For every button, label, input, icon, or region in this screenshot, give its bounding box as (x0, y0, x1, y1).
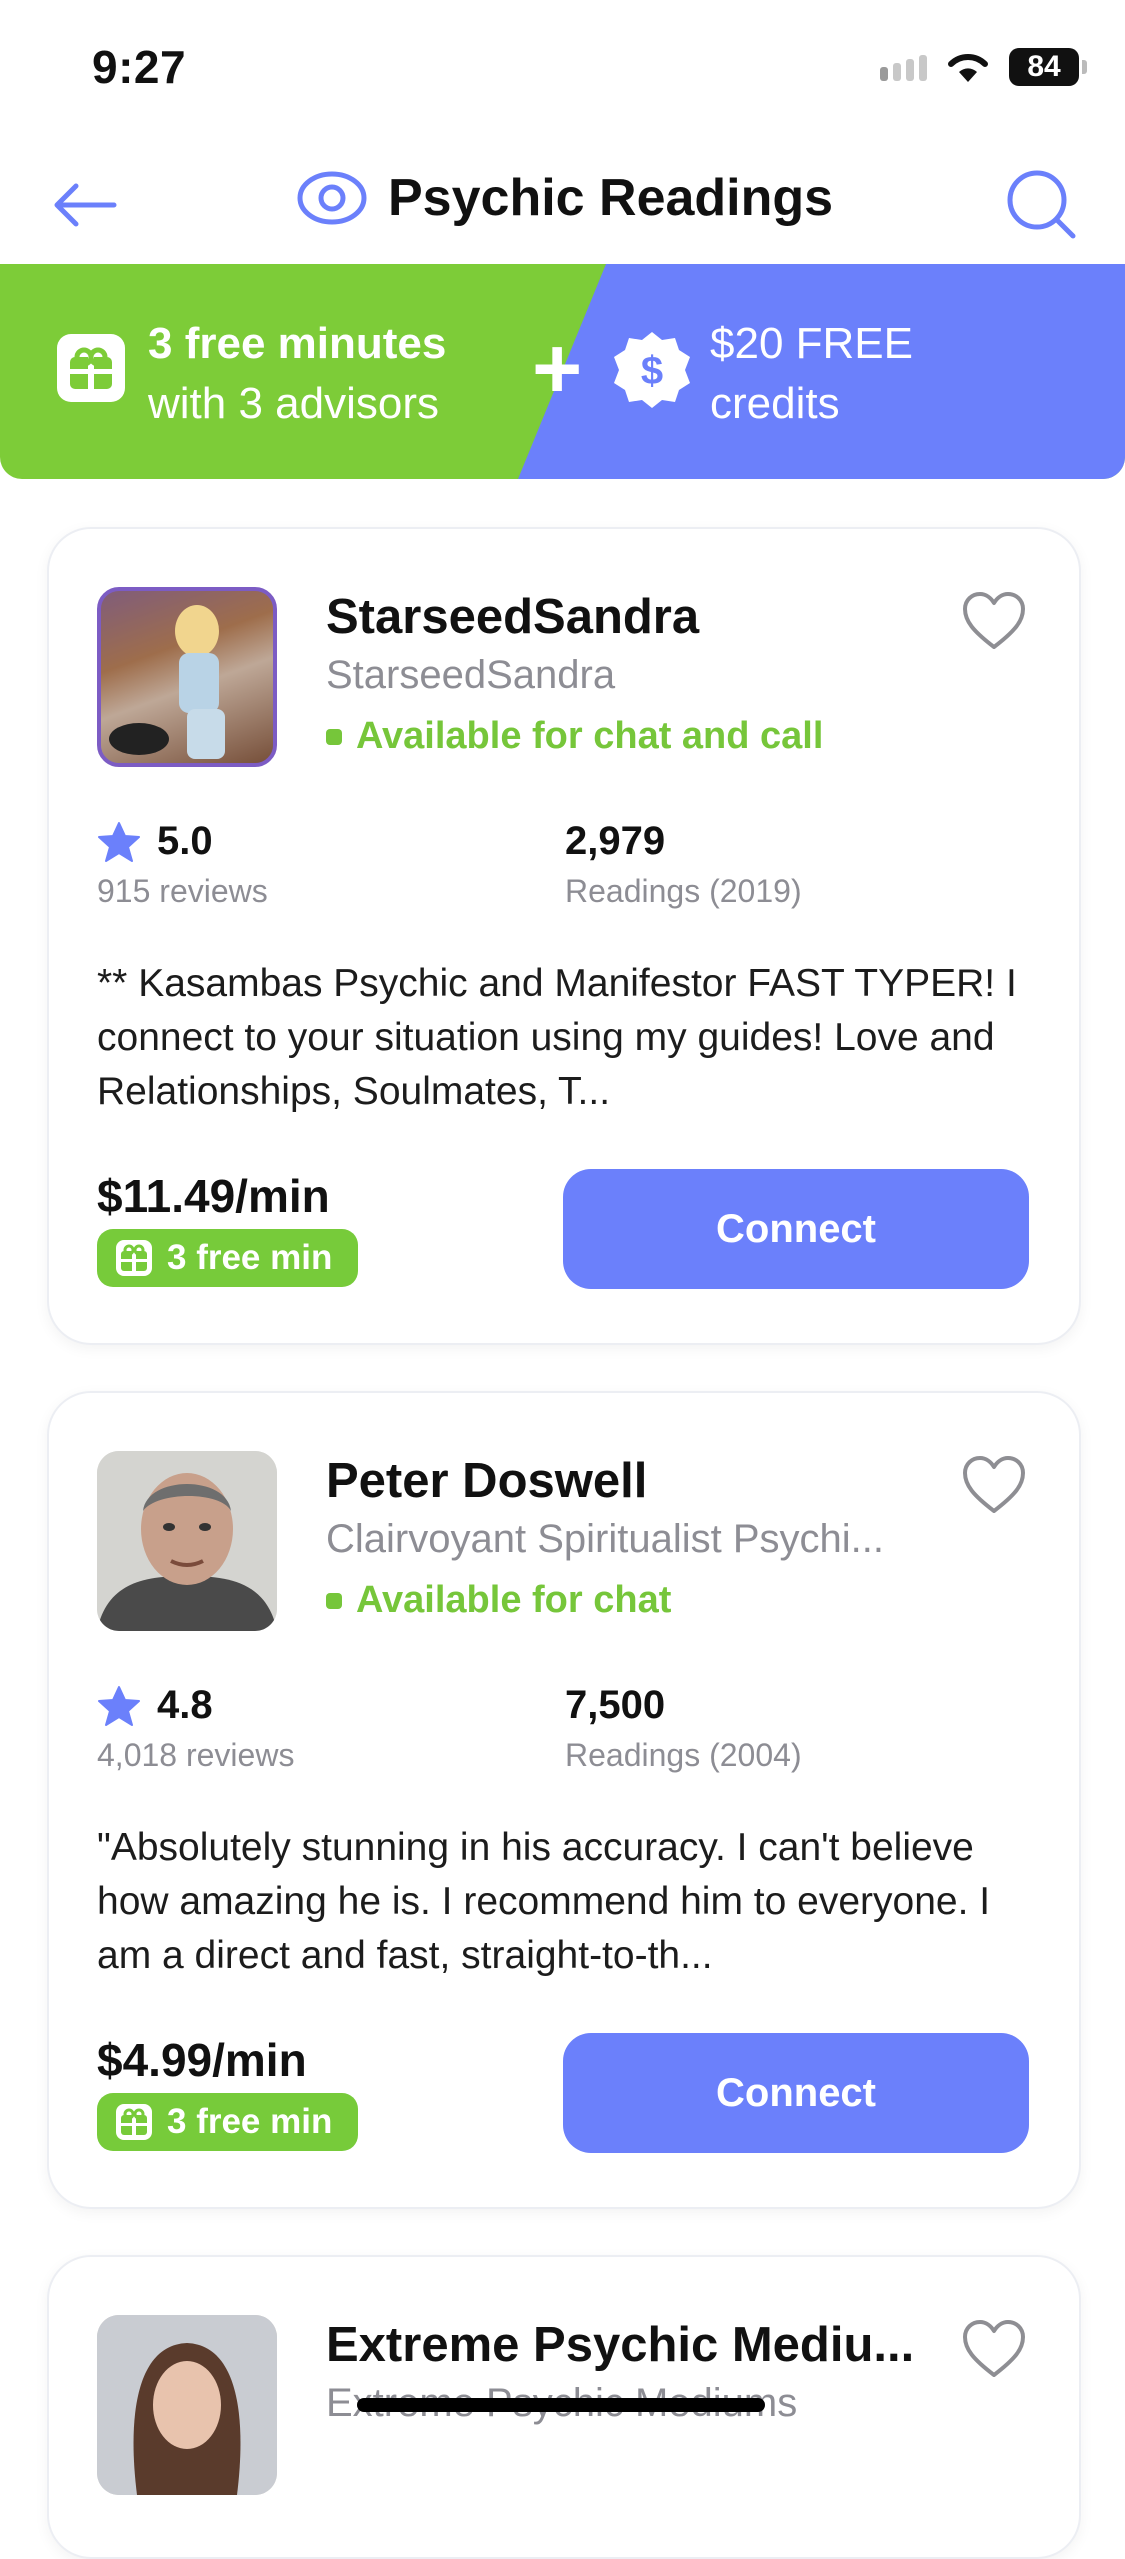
availability-dot (326, 728, 342, 745)
availability-text: Available for chat (356, 1579, 672, 1621)
page-title: Psychic Readings (388, 169, 834, 227)
availability-dot (326, 1592, 342, 1609)
review-count[interactable]: 4,018 reviews (97, 1737, 294, 1774)
page-title-group: Psychic Readings (296, 168, 833, 228)
favorite-heart-icon[interactable] (961, 591, 1027, 651)
navigation-header: Psychic Readings (0, 140, 1125, 264)
advisor-photo-placeholder (101, 591, 273, 763)
advisor-description: "Absolutely stunning in his accuracy. I … (97, 1826, 991, 1977)
advisor-photo-placeholder (97, 2315, 277, 2495)
home-indicator[interactable] (357, 2398, 765, 2412)
readings-since: Readings (2019) (565, 873, 802, 909)
free-minutes-label: 3 free min (167, 1238, 333, 1277)
plus-sign: + (532, 321, 583, 417)
advisor-photo-placeholder (97, 1451, 277, 1631)
dollar-coin-icon: $ (614, 332, 690, 408)
advisor-avatar[interactable] (97, 1451, 277, 1631)
advisor-name: Extreme Psychic Mediu... (326, 2318, 915, 2372)
price-per-minute: $11.49/min (97, 1170, 330, 1222)
status-time: 9:27 (92, 41, 187, 93)
favorite-heart-icon[interactable] (961, 2319, 1027, 2379)
free-minutes-label: 3 free min (167, 2102, 333, 2141)
cellular-signal-icon (880, 53, 927, 81)
connect-button[interactable]: Connect (563, 1169, 1029, 1289)
back-arrow-icon[interactable] (50, 180, 120, 230)
availability-status: Available for chat (326, 1579, 671, 1622)
promo-line-2: with 3 advisors (148, 379, 440, 428)
gift-icon (116, 2104, 152, 2140)
readings-count: 7,500 (565, 1683, 666, 1727)
eye-icon (297, 171, 367, 225)
star-icon (98, 821, 140, 862)
promo-credit-line-1: $20 FREE (710, 319, 913, 368)
free-minutes-badge: 3 free min (97, 2093, 359, 2151)
advisor-name: Peter Doswell (326, 1454, 648, 1508)
advisor-card[interactable]: Peter Doswell Clairvoyant Spiritualist P… (47, 1391, 1081, 2209)
advisor-card[interactable]: StarseedSandra StarseedSandra Available … (47, 527, 1081, 1345)
readings-count: 2,979 (565, 819, 666, 863)
rating-value: 5.0 (157, 819, 213, 863)
promo-line-1: 3 free minutes (148, 319, 447, 368)
availability-status: Available for chat and call (326, 715, 823, 758)
connect-button[interactable]: Connect (563, 2033, 1029, 2153)
advisor-subtitle: StarseedSandra (326, 653, 616, 697)
favorite-heart-icon[interactable] (961, 1455, 1027, 1515)
gift-icon (116, 1240, 152, 1276)
readings-since: Readings (2004) (565, 1737, 802, 1773)
advisor-avatar[interactable] (97, 2315, 277, 2495)
price-per-minute: $4.99/min (97, 2034, 307, 2086)
search-icon[interactable] (1001, 164, 1081, 244)
promo-banner[interactable]: 3 free minutes with 3 advisors + $ $20 F… (0, 264, 1125, 479)
review-count[interactable]: 915 reviews (97, 873, 268, 910)
advisor-avatar[interactable] (97, 587, 277, 767)
gift-icon (57, 334, 125, 402)
advisor-subtitle: Clairvoyant Spiritualist Psychi... (326, 1517, 884, 1561)
promo-credits-text: $20 FREE credits (710, 314, 913, 434)
rating: 5.0 (97, 819, 213, 864)
advisor-name: StarseedSandra (326, 590, 700, 644)
status-bar: 9:27 84 (0, 0, 1125, 140)
availability-text: Available for chat and call (356, 715, 824, 757)
free-minutes-badge: 3 free min (97, 1229, 359, 1287)
status-icons: 84 (880, 48, 1087, 86)
star-icon (98, 1685, 140, 1726)
advisor-description: ** Kasambas Psychic and Manifestor FAST … (97, 962, 1017, 1113)
wifi-icon (948, 53, 988, 82)
promo-free-minutes-text: 3 free minutes with 3 advisors (148, 314, 446, 434)
rating: 4.8 (97, 1683, 213, 1728)
promo-credit-line-2: credits (710, 379, 840, 428)
battery-icon: 84 (1009, 48, 1087, 86)
svg-text:$: $ (641, 349, 663, 393)
rating-value: 4.8 (157, 1683, 213, 1727)
